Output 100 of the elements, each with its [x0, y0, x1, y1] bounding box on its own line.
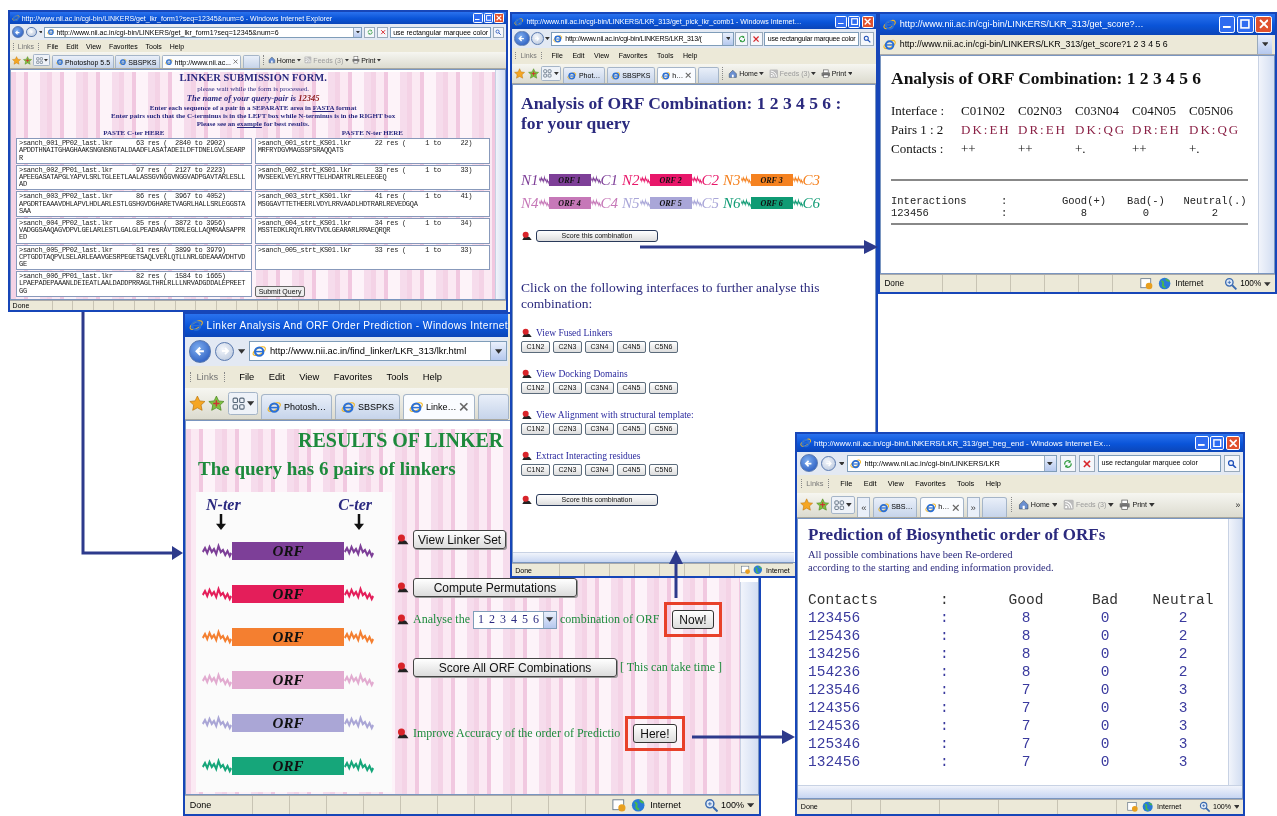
table-cell-text: DR:EH [1018, 121, 1068, 138]
table-cell-text: 8 [1079, 206, 1089, 219]
table-cell-text: 3 [1177, 752, 1189, 771]
section-link[interactable]: View Docking Domains [536, 369, 628, 379]
orf-bar: ORF [232, 542, 344, 561]
table-cell-text: DK:QG [1075, 121, 1128, 138]
terminus-label: N5 [622, 194, 640, 212]
tab-scroll-button[interactable]: « [857, 497, 871, 517]
table-cell-text: 123456 [891, 206, 930, 219]
table-cell-text: : [940, 644, 950, 663]
table-cell-text: C05N06 [1189, 102, 1235, 119]
table-cell-text: 7 [1020, 734, 1032, 753]
table-cell-text: : [940, 608, 950, 627]
column-header: Neutral(.) [1182, 194, 1248, 207]
orf-bar: ORF 4 [548, 197, 591, 210]
links-label[interactable]: Links [189, 372, 225, 382]
table-cell-text: Interface : [891, 102, 946, 119]
table-cell-text: : [940, 752, 950, 771]
table-cell-text: C03N04 [1075, 102, 1121, 119]
orf-bar: ORF 2 [649, 174, 692, 187]
column-header: Bad(-) [1126, 194, 1166, 207]
zone-label: Internet [1175, 279, 1204, 289]
table-cell-text: C01N02 [961, 102, 1007, 119]
column-header: Contacts [808, 590, 879, 609]
improve-accuracy-text: Improve Accuracy of the order of Predictio [413, 726, 621, 742]
orf-bar: ORF [232, 757, 344, 776]
table-cell-text: : [940, 734, 950, 753]
table-cell-text: C02N03 [1018, 102, 1064, 119]
query-name-text: The name of your query-pair is 12345 [185, 93, 321, 104]
section-link[interactable]: Extract Interacting residues [536, 451, 641, 461]
table-cell-text: 125436 [808, 626, 862, 645]
zoom-button[interactable]: 100% [1224, 277, 1271, 291]
page-heading: Analysis of ORF Combination: 1 2 3 4 5 6 : for your query [521, 93, 843, 134]
table-cell-text: 2 [1210, 206, 1220, 219]
status-text: Done [884, 279, 905, 289]
more-button[interactable]: » [1235, 499, 1241, 510]
table-cell-text: 8 [1020, 644, 1032, 663]
menu-item[interactable]: Favorites [333, 372, 373, 382]
section-link[interactable]: View Alignment with structural template: [536, 410, 694, 420]
table-cell-text: 0 [1099, 680, 1111, 699]
address-field[interactable]: http://www.nii.ac.in/find_linker/LKR_313/lkr.html [248, 341, 507, 362]
menu-item[interactable]: Tools [386, 372, 409, 382]
table-cell-text: 124356 [808, 698, 862, 717]
table-cell-text: 0 [1099, 752, 1111, 771]
table-cell-text: C04N05 [1132, 102, 1178, 119]
table-cell-text: : [1001, 206, 1009, 219]
table-cell-text: ++ [961, 140, 977, 157]
table-cell-text: 0 [1099, 734, 1111, 753]
now-button[interactable]: Now! [672, 610, 714, 630]
label-text: Analyse the [413, 612, 470, 628]
address-field[interactable]: http://www.nii.ac.in/cgi-bin/LINKERS/LKR_313/get_score?1 2 3 4 5 6 [880, 34, 1275, 55]
zoom-button[interactable]: 100% [703, 797, 755, 813]
tab-scroll-button[interactable]: » [966, 497, 980, 517]
menu-item[interactable]: Edit [268, 372, 285, 382]
combination-select[interactable]: 1 2 3 4 5 6 [473, 610, 557, 629]
terminus-label: N2 [622, 171, 640, 189]
table-cell-text: ++ [1018, 140, 1034, 157]
table-cell-text: : [940, 680, 950, 699]
status-text: Done [189, 799, 212, 810]
terminus-label: C5 [701, 194, 720, 212]
table-cell-text: +. [1189, 140, 1201, 157]
table-cell-text: 8 [1020, 626, 1032, 645]
table-cell-text: 7 [1020, 680, 1032, 699]
column-header: Bad [1090, 590, 1120, 609]
table-cell-text: 2 [1177, 644, 1189, 663]
menu-item[interactable]: Help [422, 372, 442, 382]
table-cell-text: DK:QG [1189, 121, 1242, 138]
section-link[interactable]: View Fused Linkers [536, 328, 613, 338]
table-cell-text: 0 [1099, 662, 1111, 681]
table-cell-text: 2 [1177, 662, 1189, 681]
action-button[interactable]: Compute Permutations [413, 578, 577, 598]
browser-tab[interactable]: Linke… [402, 394, 475, 419]
instruction-text: Click on the following interfaces to further analyse this combination: [521, 279, 821, 312]
page-subheading: The query has 6 pairs of linkers [198, 457, 456, 480]
table-cell-text: 0 [1099, 716, 1111, 735]
table-cell-text: DK:EH [961, 121, 1012, 138]
page-heading: LINKER SUBMISSION FORM. [178, 72, 328, 85]
here-button[interactable]: Here! [633, 724, 677, 744]
table-cell-text: 8 [1020, 608, 1032, 627]
table-cell-text: 124536 [808, 716, 862, 735]
table-cell-text: 2 [1177, 608, 1189, 627]
table-cell-text: 123546 [808, 680, 862, 699]
terminus-label: C-ter [338, 495, 372, 514]
terminus-label: N1 [521, 171, 539, 189]
browser-tab[interactable]: SBSPKS [334, 394, 400, 419]
action-button[interactable]: View Linker Set [413, 530, 506, 550]
action-button[interactable]: Score All ORF Combinations [413, 658, 617, 678]
orf-bar: ORF [232, 585, 344, 604]
browser-tab[interactable]: Photosh… [260, 394, 332, 419]
table-cell-text: +. [1075, 140, 1087, 157]
orf-bar: ORF [232, 628, 344, 647]
menu-item[interactable]: File [239, 372, 255, 382]
orf-bar: ORF 6 [750, 197, 793, 210]
table-cell-text: 7 [1020, 752, 1032, 771]
table-cell-text: : [940, 626, 950, 645]
menu-item[interactable]: View [299, 372, 320, 382]
column-header: : [940, 590, 950, 609]
orf-bar: ORF [232, 714, 344, 733]
label-text: combination of ORF [560, 612, 660, 628]
description-text: All possible combinations have been Re-ordered according to the starting and ending information provided. [808, 547, 1055, 575]
